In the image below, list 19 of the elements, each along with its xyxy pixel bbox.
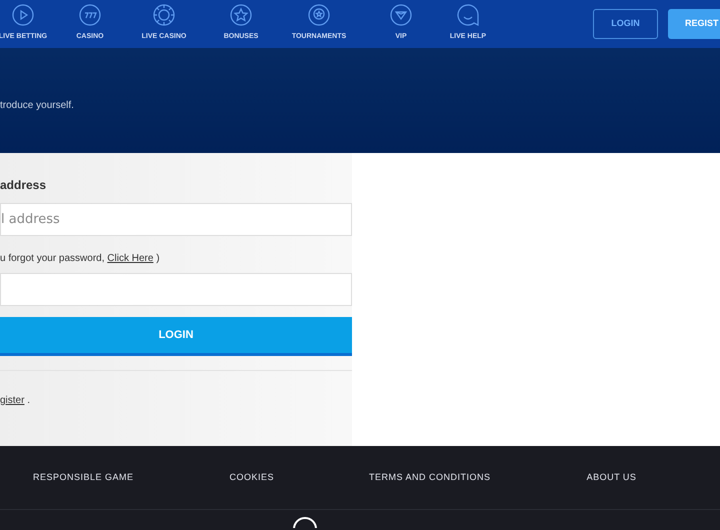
circle-logo-icon	[292, 516, 318, 528]
chat-icon	[457, 4, 479, 26]
play-icon	[12, 4, 34, 26]
forgot-password-text: u forgot your password,	[0, 253, 104, 264]
period-text: .	[27, 395, 30, 406]
register-link[interactable]: gister	[0, 395, 24, 406]
password-field[interactable]	[0, 273, 352, 306]
chip-icon	[153, 4, 175, 26]
login-button[interactable]: LOGIN	[593, 9, 658, 39]
bracket-text: )	[156, 253, 160, 264]
hero-subtitle: troduce yourself.	[0, 99, 74, 113]
footer-link[interactable]: COOKIES	[230, 470, 274, 484]
footer-link[interactable]: ABOUT US	[586, 470, 636, 484]
click-here-link[interactable]: Click Here	[107, 253, 154, 264]
footer-link[interactable]: TERMS AND CONDITIONS	[369, 470, 491, 484]
email-label: address	[0, 178, 46, 192]
email-field[interactable]: l address	[0, 203, 352, 236]
footer-link[interactable]: RESPONSIBLE GAME	[33, 470, 134, 484]
slot-icon	[79, 4, 101, 26]
